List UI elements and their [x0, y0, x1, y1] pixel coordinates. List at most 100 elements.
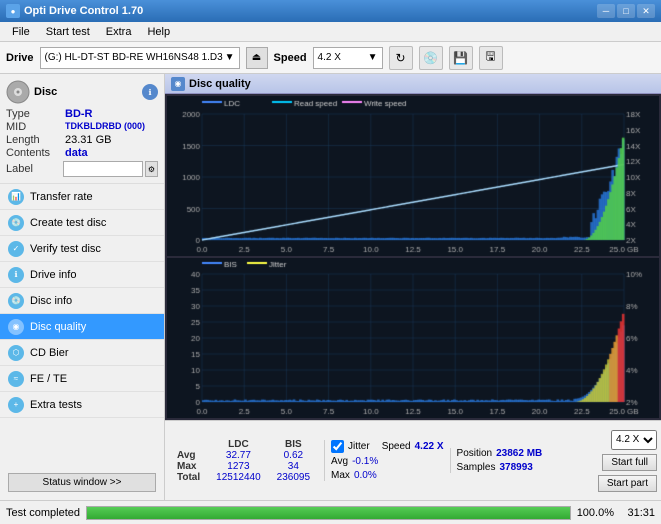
- verify-test-disc-label: Verify test disc: [30, 243, 101, 255]
- status-window-label: Status window >>: [43, 477, 122, 488]
- mid-value: TDKBLDRBD (000): [65, 121, 145, 133]
- sidebar-item-verify-test-disc[interactable]: ✓ Verify test disc: [0, 236, 164, 262]
- disc-info-sidebar-icon: 💿: [8, 293, 24, 309]
- menu-help[interactable]: Help: [139, 24, 178, 40]
- contents-label: Contents: [6, 147, 61, 159]
- bis-header: BIS: [269, 439, 318, 450]
- fe-te-label: FE / TE: [30, 373, 67, 385]
- start-part-button[interactable]: Start part: [598, 475, 657, 492]
- disc-button1[interactable]: 💿: [419, 46, 443, 70]
- drive-dropdown-icon: ▼: [225, 52, 235, 63]
- label-input[interactable]: [63, 161, 143, 177]
- menu-start-test[interactable]: Start test: [38, 24, 98, 40]
- progress-text: 100.0%: [577, 507, 614, 519]
- position-section: Position 23862 MB Samples 378993: [450, 448, 592, 473]
- maximize-button[interactable]: □: [617, 4, 635, 18]
- sidebar-item-create-test-disc[interactable]: 💿 Create test disc: [0, 210, 164, 236]
- drive-select[interactable]: (G:) HL-DT-ST BD-RE WH16NS48 1.D3 ▼: [40, 47, 240, 69]
- chart2-canvas: [167, 258, 659, 418]
- content-area: ◉ Disc quality LDC BIS: [165, 74, 661, 500]
- start-full-button[interactable]: Start full: [602, 454, 657, 471]
- jitter-checkbox[interactable]: [331, 440, 344, 453]
- progress-bar-container: [86, 506, 571, 520]
- drive-info-label: Drive info: [30, 269, 76, 281]
- drive-label: Drive: [6, 52, 34, 64]
- title-bar: ● Opti Drive Control 1.70 ─ □ ✕: [0, 0, 661, 22]
- avg-jitter-value: -0.1%: [352, 456, 378, 467]
- sidebar-item-transfer-rate[interactable]: 📊 Transfer rate: [0, 184, 164, 210]
- samples-label: Samples: [457, 462, 496, 473]
- label-btn[interactable]: ⚙: [145, 161, 158, 177]
- progress-bar-fill: [87, 507, 570, 519]
- avg-jitter-row-label: Avg: [331, 456, 348, 467]
- length-label: Length: [6, 134, 61, 146]
- sidebar-item-disc-quality[interactable]: ◉ Disc quality: [0, 314, 164, 340]
- cd-bier-icon: ⬡: [8, 345, 24, 361]
- speed-select[interactable]: 4.2 X ▼: [313, 47, 383, 69]
- disc-quality-icon: ◉: [8, 319, 24, 335]
- max-bis: 34: [269, 461, 318, 472]
- length-value: 23.31 GB: [65, 134, 111, 146]
- eject-button[interactable]: ⏏: [246, 47, 268, 69]
- jitter-label: Jitter: [348, 441, 370, 452]
- sidebar: Disc ℹ Type BD-R MID TDKBLDRBD (000) Len…: [0, 74, 165, 500]
- menu-file[interactable]: File: [4, 24, 38, 40]
- speed-display-label: Speed: [382, 441, 411, 452]
- fe-te-icon: ≈: [8, 371, 24, 387]
- ldc-header: LDC: [208, 439, 269, 450]
- menu-bar: File Start test Extra Help: [0, 22, 661, 42]
- sidebar-item-disc-info[interactable]: 💿 Disc info: [0, 288, 164, 314]
- total-ldc: 12512440: [208, 472, 269, 483]
- sidebar-item-cd-bier[interactable]: ⬡ CD Bier: [0, 340, 164, 366]
- drive-info-icon: ℹ: [8, 267, 24, 283]
- speed-value: 4.2 X: [318, 52, 341, 63]
- total-bis: 236095: [269, 472, 318, 483]
- extra-tests-icon: +: [8, 397, 24, 413]
- status-window-button[interactable]: Status window >>: [8, 473, 156, 492]
- type-value: BD-R: [65, 108, 93, 120]
- drive-select-text: (G:) HL-DT-ST BD-RE WH16NS48 1.D3: [45, 52, 225, 63]
- sidebar-item-drive-info[interactable]: ℹ Drive info: [0, 262, 164, 288]
- right-controls: 4.2 X 2.0 X 1.0 X Start full Start part: [598, 430, 657, 492]
- refresh-button[interactable]: ↻: [389, 46, 413, 70]
- type-label: Type: [6, 108, 61, 120]
- samples-value: 378993: [499, 462, 532, 473]
- disc-section-title: Disc: [34, 86, 57, 98]
- create-test-disc-icon: 💿: [8, 215, 24, 231]
- app-title: Opti Drive Control 1.70: [24, 5, 143, 17]
- disc-quality-header-icon: ◉: [171, 77, 185, 91]
- speed-label: Speed: [274, 52, 307, 64]
- stats-speed-select[interactable]: 4.2 X 2.0 X 1.0 X: [611, 430, 657, 450]
- transfer-rate-label: Transfer rate: [30, 191, 93, 203]
- status-text: Test completed: [6, 507, 80, 519]
- disc-section-icon: [6, 80, 30, 104]
- extra-tests-label: Extra tests: [30, 399, 82, 411]
- save-button[interactable]: 🖫: [479, 46, 503, 70]
- minimize-button[interactable]: ─: [597, 4, 615, 18]
- close-button[interactable]: ✕: [637, 4, 655, 18]
- sidebar-item-fe-te[interactable]: ≈ FE / TE: [0, 366, 164, 392]
- time-text: 31:31: [620, 507, 655, 519]
- avg-ldc: 32.77: [208, 450, 269, 461]
- max-ldc: 1273: [208, 461, 269, 472]
- speed-display-value: 4.22 X: [415, 441, 444, 452]
- disc-info-icon: ℹ: [142, 84, 158, 100]
- avg-bis: 0.62: [269, 450, 318, 461]
- stats-table: LDC BIS Avg 32.77 0.62 Max 1273 34: [169, 439, 318, 483]
- disc-button2[interactable]: 💾: [449, 46, 473, 70]
- speed-dropdown-icon: ▼: [368, 52, 378, 63]
- chart1-canvas: [167, 96, 659, 256]
- cd-bier-label: CD Bier: [30, 347, 69, 359]
- disc-quality-header: ◉ Disc quality: [165, 74, 661, 94]
- menu-extra[interactable]: Extra: [98, 24, 140, 40]
- mid-label: MID: [6, 121, 61, 133]
- chart1-container: [167, 96, 659, 256]
- max-jitter-value: 0.0%: [354, 470, 377, 481]
- disc-info-label: Disc info: [30, 295, 72, 307]
- sidebar-item-extra-tests[interactable]: + Extra tests: [0, 392, 164, 418]
- disc-section: Disc ℹ Type BD-R MID TDKBLDRBD (000) Len…: [0, 74, 164, 184]
- status-bar: Test completed 100.0% 31:31: [0, 500, 661, 524]
- position-value: 23862 MB: [496, 448, 542, 459]
- avg-label: Avg: [169, 450, 208, 461]
- max-jitter-row-label: Max: [331, 470, 350, 481]
